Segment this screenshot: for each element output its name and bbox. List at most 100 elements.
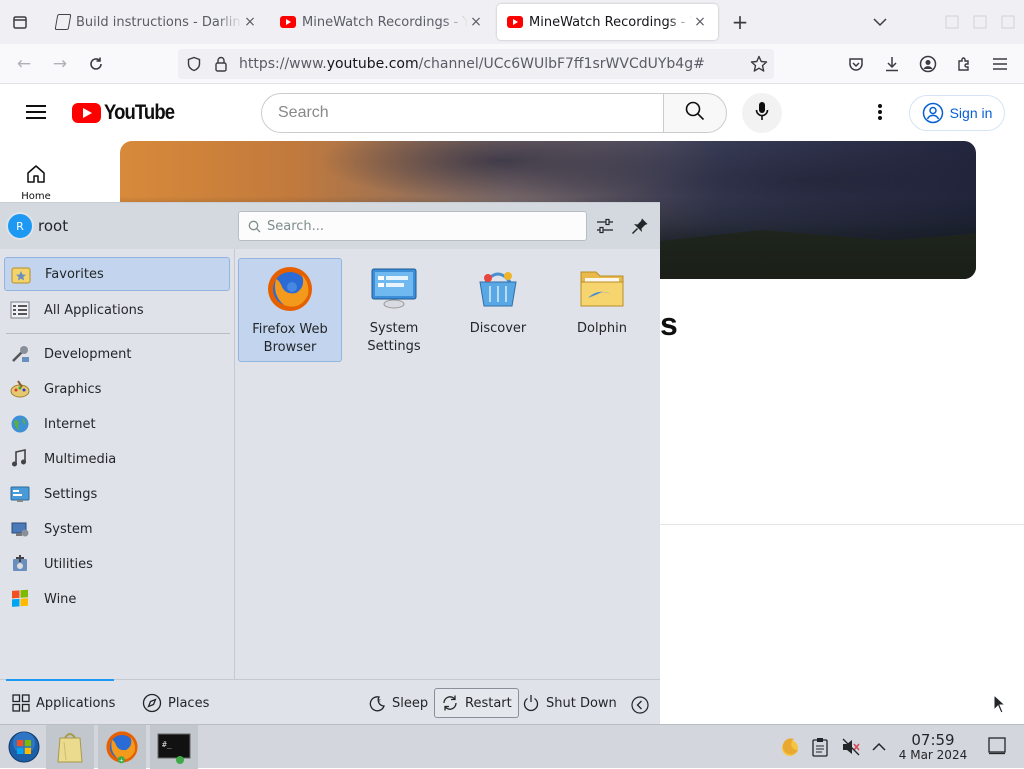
category-wine[interactable]: Wine — [4, 582, 230, 616]
graphics-icon — [10, 380, 30, 398]
account-icon[interactable] — [914, 50, 942, 78]
app-dolphin[interactable]: Dolphin — [550, 258, 654, 362]
mouse-cursor-icon — [993, 694, 1007, 714]
user-avatar[interactable]: R — [6, 212, 34, 240]
category-multimedia[interactable]: Multimedia — [4, 442, 230, 476]
youtube-icon — [507, 16, 523, 28]
sidebar-item-home[interactable]: Home — [0, 160, 72, 208]
application-launcher-button[interactable] — [0, 725, 48, 769]
clipboard-icon[interactable] — [812, 737, 828, 761]
clock-date[interactable]: 4 Mar 2024 — [897, 748, 969, 762]
account-circle-icon — [922, 102, 944, 124]
system-tray-expand-icon[interactable] — [872, 741, 886, 756]
pocket-icon[interactable] — [842, 50, 870, 78]
browser-tab[interactable]: MineWatch Recordings - YouTube × — [270, 4, 494, 40]
tab-title: MineWatch Recordings - YouTube — [302, 14, 468, 30]
url-domain: youtube.com — [326, 56, 419, 72]
svg-text:#_: #_ — [162, 740, 172, 749]
tab-applications[interactable]: Applications — [6, 688, 121, 718]
launcher-app-grid: Firefox Web Browser System Settings Disc… — [236, 249, 660, 679]
sleep-button[interactable]: z Sleep — [362, 688, 434, 718]
shutdown-button[interactable]: Shut Down — [516, 688, 623, 718]
tab-places-label: Places — [168, 695, 210, 711]
browser-tab[interactable]: Build instructions - Darling × — [46, 4, 268, 40]
tab-places[interactable]: Places — [136, 688, 215, 718]
taskbar-item-terminal[interactable]: #_ — [150, 725, 198, 769]
restart-label: Restart — [465, 695, 512, 711]
reload-icon[interactable] — [82, 50, 110, 78]
category-development[interactable]: Development — [4, 337, 230, 371]
category-utilities[interactable]: Utilities — [4, 547, 230, 581]
taskbar-item-firefox[interactable]: + — [98, 725, 146, 769]
launcher-header: R root Search... — [0, 203, 660, 249]
taskbar-item-file-manager[interactable] — [46, 725, 94, 769]
youtube-search-input[interactable]: Search — [261, 93, 664, 133]
more-vertical-icon[interactable] — [877, 103, 883, 125]
discover-icon — [479, 272, 517, 307]
launcher-search-input[interactable]: Search... — [238, 211, 587, 241]
app-firefox[interactable]: Firefox Web Browser — [238, 258, 342, 362]
pin-icon[interactable] — [631, 217, 649, 239]
category-label: System — [44, 521, 93, 537]
system-settings-icon — [371, 268, 417, 309]
utilities-icon — [13, 555, 27, 571]
show-desktop-icon[interactable] — [988, 737, 1006, 759]
clock-time[interactable]: 07:59 — [897, 731, 969, 749]
extensions-puzzle-icon[interactable] — [950, 50, 978, 78]
youtube-logo-icon — [72, 103, 101, 123]
category-internet[interactable]: Internet — [4, 407, 230, 441]
home-label: Home — [21, 191, 51, 202]
window-maximize-icon[interactable] — [966, 8, 994, 36]
browser-tab-active[interactable]: MineWatch Recordings - YouTube × — [497, 4, 718, 40]
sign-in-button[interactable]: Sign in — [909, 95, 1005, 131]
night-color-icon[interactable] — [780, 737, 800, 761]
tab-close-icon[interactable]: × — [468, 14, 484, 30]
content-divider — [660, 524, 1024, 525]
doc-icon — [54, 14, 72, 30]
tracking-shield-icon[interactable] — [186, 56, 202, 76]
applications-tab-indicator — [6, 679, 114, 681]
browser-tab-strip: Build instructions - Darling × MineWatch… — [0, 0, 1024, 44]
category-system[interactable]: System — [4, 512, 230, 546]
youtube-logo[interactable]: YouTube — [72, 101, 184, 125]
microphone-icon — [755, 101, 769, 125]
new-tab-button[interactable]: + — [726, 8, 754, 36]
category-settings[interactable]: Settings — [4, 477, 230, 511]
tab-close-icon[interactable]: × — [242, 14, 258, 30]
youtube-search-button[interactable] — [663, 93, 727, 133]
configure-sliders-icon[interactable] — [596, 217, 614, 239]
app-system-settings[interactable]: System Settings — [342, 258, 446, 362]
bookmark-star-icon[interactable] — [750, 55, 768, 77]
app-menu-hamburger-icon[interactable] — [986, 50, 1014, 78]
window-close-icon[interactable] — [994, 8, 1022, 36]
tab-list-icon[interactable] — [6, 8, 34, 36]
url-text[interactable]: https://www.youtube.com/channel/UCc6WUlb… — [239, 56, 705, 72]
guide-menu-icon[interactable] — [26, 104, 46, 124]
restart-button[interactable]: Restart — [434, 688, 519, 718]
firefox-icon: + — [106, 731, 138, 764]
back-arrow-icon[interactable]: ← — [10, 50, 38, 78]
downloads-icon[interactable] — [878, 50, 906, 78]
search-icon — [685, 101, 705, 125]
lock-icon[interactable] — [213, 55, 229, 77]
url-bar[interactable]: https://www.youtube.com/channel/UCc6WUlb… — [178, 49, 774, 79]
category-favorites[interactable]: Favorites — [4, 257, 230, 291]
tab-close-icon[interactable]: × — [692, 14, 708, 30]
tab-overflow-chevron-icon[interactable] — [866, 8, 894, 36]
restart-icon — [443, 695, 457, 711]
leave-more-chevron-icon[interactable] — [631, 696, 649, 718]
app-discover[interactable]: Discover — [446, 258, 550, 362]
category-all-applications[interactable]: All Applications — [4, 293, 230, 327]
category-label: Multimedia — [44, 451, 117, 467]
category-graphics[interactable]: Graphics — [4, 372, 230, 406]
category-label: Development — [44, 346, 132, 362]
category-label: Settings — [44, 486, 98, 502]
sign-in-label: Sign in — [949, 105, 993, 121]
window-minimize-icon[interactable] — [938, 8, 966, 36]
category-label: All Applications — [44, 302, 144, 318]
forward-arrow-icon[interactable]: → — [46, 50, 74, 78]
voice-search-button[interactable] — [742, 93, 782, 133]
volume-muted-icon[interactable] — [842, 738, 860, 760]
app-label-line1: Firefox Web — [252, 322, 328, 337]
youtube-logo-text: YouTube — [104, 101, 175, 124]
